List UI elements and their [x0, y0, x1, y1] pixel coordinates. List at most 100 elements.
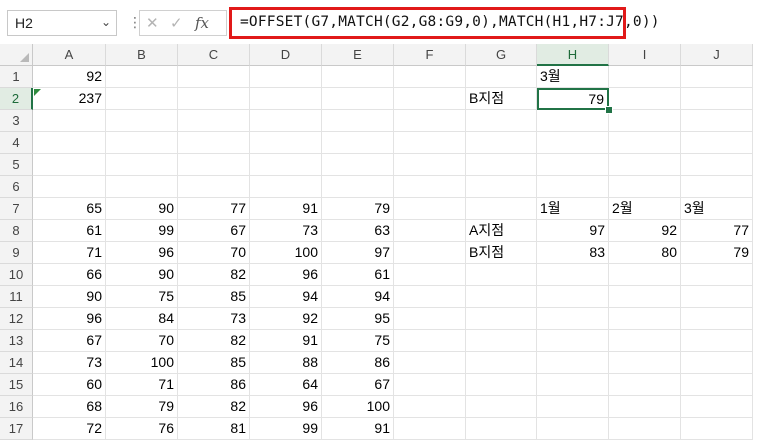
- cell-c10[interactable]: 82: [178, 264, 250, 286]
- cell-j1[interactable]: [681, 66, 753, 88]
- cell-j17[interactable]: [681, 418, 753, 440]
- cell-c15[interactable]: 86: [178, 374, 250, 396]
- row-header-5[interactable]: 5: [0, 154, 33, 176]
- cell-i15[interactable]: [609, 374, 681, 396]
- row-header-8[interactable]: 8: [0, 220, 33, 242]
- cell-j3[interactable]: [681, 110, 753, 132]
- cell-j13[interactable]: [681, 330, 753, 352]
- cell-e6[interactable]: [322, 176, 394, 198]
- cell-c2[interactable]: [178, 88, 250, 110]
- cell-e1[interactable]: [322, 66, 394, 88]
- cell-b2[interactable]: [106, 88, 178, 110]
- row-header-16[interactable]: 16: [0, 396, 33, 418]
- cell-d9[interactable]: 100: [250, 242, 322, 264]
- cell-f10[interactable]: [394, 264, 466, 286]
- cell-g12[interactable]: [466, 308, 537, 330]
- cell-a11[interactable]: 90: [33, 286, 106, 308]
- cell-b3[interactable]: [106, 110, 178, 132]
- enter-icon[interactable]: ✓: [170, 14, 183, 32]
- cell-i1[interactable]: [609, 66, 681, 88]
- cell-h3[interactable]: [537, 110, 609, 132]
- cell-g5[interactable]: [466, 154, 537, 176]
- cell-b8[interactable]: 99: [106, 220, 178, 242]
- cell-b1[interactable]: [106, 66, 178, 88]
- cell-j7[interactable]: 3월: [681, 198, 753, 220]
- cell-a17[interactable]: 72: [33, 418, 106, 440]
- cell-f11[interactable]: [394, 286, 466, 308]
- column-header-c[interactable]: C: [178, 44, 250, 66]
- cell-h15[interactable]: [537, 374, 609, 396]
- row-header-14[interactable]: 14: [0, 352, 33, 374]
- cell-h10[interactable]: [537, 264, 609, 286]
- row-header-3[interactable]: 3: [0, 110, 33, 132]
- cell-f16[interactable]: [394, 396, 466, 418]
- cell-e7[interactable]: 79: [322, 198, 394, 220]
- cell-c13[interactable]: 82: [178, 330, 250, 352]
- cell-a13[interactable]: 67: [33, 330, 106, 352]
- cell-g8[interactable]: A지점: [466, 220, 537, 242]
- cell-j9[interactable]: 79: [681, 242, 753, 264]
- cell-f15[interactable]: [394, 374, 466, 396]
- row-header-9[interactable]: 9: [0, 242, 33, 264]
- row-header-11[interactable]: 11: [0, 286, 33, 308]
- cell-i3[interactable]: [609, 110, 681, 132]
- row-header-17[interactable]: 17: [0, 418, 33, 440]
- cell-d10[interactable]: 96: [250, 264, 322, 286]
- cell-e3[interactable]: [322, 110, 394, 132]
- cell-h12[interactable]: [537, 308, 609, 330]
- cell-a7[interactable]: 65: [33, 198, 106, 220]
- cell-e14[interactable]: 86: [322, 352, 394, 374]
- cell-i6[interactable]: [609, 176, 681, 198]
- cell-g15[interactable]: [466, 374, 537, 396]
- row-header-6[interactable]: 6: [0, 176, 33, 198]
- cell-f1[interactable]: [394, 66, 466, 88]
- select-all-button[interactable]: [0, 44, 33, 66]
- row-header-10[interactable]: 10: [0, 264, 33, 286]
- cell-f14[interactable]: [394, 352, 466, 374]
- row-header-15[interactable]: 15: [0, 374, 33, 396]
- cell-c11[interactable]: 85: [178, 286, 250, 308]
- cell-a6[interactable]: [33, 176, 106, 198]
- cell-i11[interactable]: [609, 286, 681, 308]
- cell-a9[interactable]: 71: [33, 242, 106, 264]
- cell-h17[interactable]: [537, 418, 609, 440]
- cell-b16[interactable]: 79: [106, 396, 178, 418]
- cell-i10[interactable]: [609, 264, 681, 286]
- cell-b11[interactable]: 75: [106, 286, 178, 308]
- cell-e10[interactable]: 61: [322, 264, 394, 286]
- cell-f9[interactable]: [394, 242, 466, 264]
- cell-c17[interactable]: 81: [178, 418, 250, 440]
- cell-i2[interactable]: [609, 88, 681, 110]
- cell-g16[interactable]: [466, 396, 537, 418]
- cell-a16[interactable]: 68: [33, 396, 106, 418]
- cell-e16[interactable]: 100: [322, 396, 394, 418]
- cell-h7[interactable]: 1월: [537, 198, 609, 220]
- column-header-j[interactable]: J: [681, 44, 753, 66]
- cell-e4[interactable]: [322, 132, 394, 154]
- cell-c12[interactable]: 73: [178, 308, 250, 330]
- cell-e11[interactable]: 94: [322, 286, 394, 308]
- fill-handle[interactable]: [605, 106, 613, 114]
- cell-b9[interactable]: 96: [106, 242, 178, 264]
- cell-g9[interactable]: B지점: [466, 242, 537, 264]
- cell-i12[interactable]: [609, 308, 681, 330]
- cell-d12[interactable]: 92: [250, 308, 322, 330]
- column-header-d[interactable]: D: [250, 44, 322, 66]
- cell-h2[interactable]: 79: [537, 88, 609, 110]
- cell-f5[interactable]: [394, 154, 466, 176]
- cell-h1[interactable]: 3월: [537, 66, 609, 88]
- cell-e15[interactable]: 67: [322, 374, 394, 396]
- cell-a2[interactable]: 237: [33, 88, 106, 110]
- cell-g6[interactable]: [466, 176, 537, 198]
- cell-d2[interactable]: [250, 88, 322, 110]
- cell-b14[interactable]: 100: [106, 352, 178, 374]
- cell-c4[interactable]: [178, 132, 250, 154]
- cell-a4[interactable]: [33, 132, 106, 154]
- cell-g1[interactable]: [466, 66, 537, 88]
- column-header-i[interactable]: I: [609, 44, 681, 66]
- cell-g7[interactable]: [466, 198, 537, 220]
- cell-b7[interactable]: 90: [106, 198, 178, 220]
- cell-h11[interactable]: [537, 286, 609, 308]
- cell-a3[interactable]: [33, 110, 106, 132]
- cell-e5[interactable]: [322, 154, 394, 176]
